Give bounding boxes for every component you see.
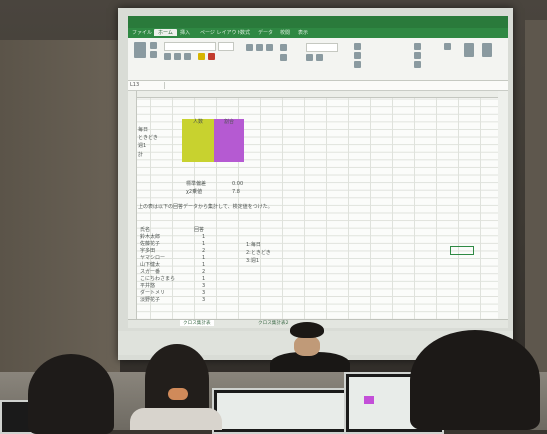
presenter-hair — [290, 322, 324, 338]
summary-row-label: ときどき — [138, 135, 158, 141]
align-left-icon[interactable] — [246, 44, 253, 51]
font-color-icon[interactable] — [208, 53, 215, 60]
sheet-tab-crosstab-2[interactable]: クロス集計表2 — [258, 320, 289, 326]
list-header-name: 氏名 — [140, 227, 151, 233]
list-answer: 1 — [202, 234, 206, 240]
find-select-icon[interactable] — [482, 43, 492, 57]
hair-clip — [168, 388, 188, 400]
bold-icon[interactable] — [164, 53, 171, 60]
tab-formulas[interactable]: 数式 — [240, 29, 250, 36]
delete-cells-icon[interactable] — [414, 52, 421, 59]
copy-icon[interactable] — [150, 51, 157, 58]
right-wall — [525, 20, 547, 380]
excel-window: ファイル ホーム 挿入 ページ レイアウト 数式 データ 校閲 表示 L13 人… — [128, 16, 508, 328]
list-answer: 1 — [202, 255, 206, 261]
tab-page-layout[interactable]: ページ レイアウト — [200, 29, 242, 36]
stats-label: 標準偏差 — [186, 181, 207, 187]
list-name: ダートメリ — [140, 290, 166, 296]
align-center-icon[interactable] — [256, 44, 263, 51]
summary-row-label: 毎日 — [138, 127, 149, 133]
format-as-table-icon[interactable] — [354, 52, 361, 59]
list-name: 平井悠 — [140, 283, 156, 289]
legend-note: 3:週1 — [246, 258, 260, 264]
italic-icon[interactable] — [174, 53, 181, 60]
format-cells-icon[interactable] — [414, 61, 421, 68]
summary-row-label: 週1 — [138, 143, 147, 149]
summary-ratio-block — [214, 126, 244, 162]
student-head — [28, 354, 114, 434]
sort-filter-icon[interactable] — [464, 43, 474, 57]
sheet-tab-crosstab[interactable]: クロス集計表 — [180, 320, 214, 326]
tab-view[interactable]: 表示 — [298, 29, 308, 36]
tab-data[interactable]: データ — [258, 29, 273, 36]
student-head — [145, 344, 209, 414]
list-answer: 3 — [202, 290, 206, 296]
tab-home[interactable]: ホーム — [154, 29, 177, 36]
list-answer: 1 — [202, 276, 206, 282]
ribbon — [128, 38, 508, 81]
student-monitor — [212, 388, 362, 434]
cell-styles-icon[interactable] — [354, 61, 361, 68]
autosum-icon[interactable] — [444, 43, 451, 50]
list-name: 宇多田 — [140, 248, 156, 254]
comma-icon[interactable] — [316, 54, 323, 61]
row-headers — [128, 91, 137, 319]
selected-cell[interactable] — [450, 246, 474, 255]
list-name: こにちわさまら — [140, 276, 176, 282]
legend-note: 1:毎日 — [246, 242, 261, 248]
name-box[interactable]: L13 — [130, 82, 165, 89]
number-format-select[interactable] — [306, 43, 338, 52]
question-text: 上の表は以下の回答データから集計して、検定値をつけた。 — [138, 204, 273, 210]
list-answer: 1 — [202, 262, 206, 268]
title-bar — [128, 16, 508, 28]
list-answer: 2 — [202, 269, 206, 275]
fill-color-icon[interactable] — [198, 53, 205, 60]
merge-center-icon[interactable] — [280, 54, 287, 61]
stats-value: 7.8 — [232, 189, 240, 195]
purple-cell-highlight — [364, 396, 374, 404]
paste-icon[interactable] — [134, 42, 146, 58]
summary-count-block — [182, 126, 214, 162]
align-right-icon[interactable] — [266, 44, 273, 51]
stats-value: 0.00 — [232, 181, 244, 187]
legend-note: 2:ときどき — [246, 250, 271, 256]
list-answer: 2 — [202, 248, 206, 254]
column-headers — [128, 91, 498, 98]
student-shoulders — [130, 408, 222, 430]
student-head — [410, 330, 540, 430]
list-answer: 3 — [202, 297, 206, 303]
cut-icon[interactable] — [150, 42, 157, 49]
tab-review[interactable]: 校閲 — [280, 29, 290, 36]
list-name: 淡野花子 — [140, 297, 161, 303]
list-name: スガー番 — [140, 269, 161, 275]
underline-icon[interactable] — [184, 53, 191, 60]
formula-bar[interactable] — [128, 81, 508, 91]
wrap-text-icon[interactable] — [280, 44, 287, 51]
list-name: ヤマシロー — [140, 255, 166, 261]
tab-file[interactable]: ファイル — [132, 29, 152, 36]
list-name: 鈴木太郎 — [140, 234, 161, 240]
presenter-face — [294, 336, 320, 356]
summary-header-count: 人数 — [182, 119, 214, 126]
tab-insert[interactable]: 挿入 — [180, 29, 190, 36]
stats-label: χ2乗値 — [186, 189, 203, 195]
font-name-select[interactable] — [164, 42, 216, 51]
list-header-answer: 回答 — [194, 227, 205, 233]
percent-icon[interactable] — [306, 54, 313, 61]
list-name: 佐藤花子 — [140, 241, 161, 247]
insert-cells-icon[interactable] — [414, 43, 421, 50]
conditional-format-icon[interactable] — [354, 43, 361, 50]
left-wall — [0, 40, 120, 380]
font-size-select[interactable] — [218, 42, 234, 51]
summary-row-label: 計 — [138, 152, 144, 158]
summary-header-ratio: 割合 — [214, 119, 244, 126]
list-answer: 3 — [202, 283, 206, 289]
list-name: 山下健太 — [140, 262, 161, 268]
list-answer: 1 — [202, 241, 206, 247]
monitor-screen — [217, 393, 357, 429]
